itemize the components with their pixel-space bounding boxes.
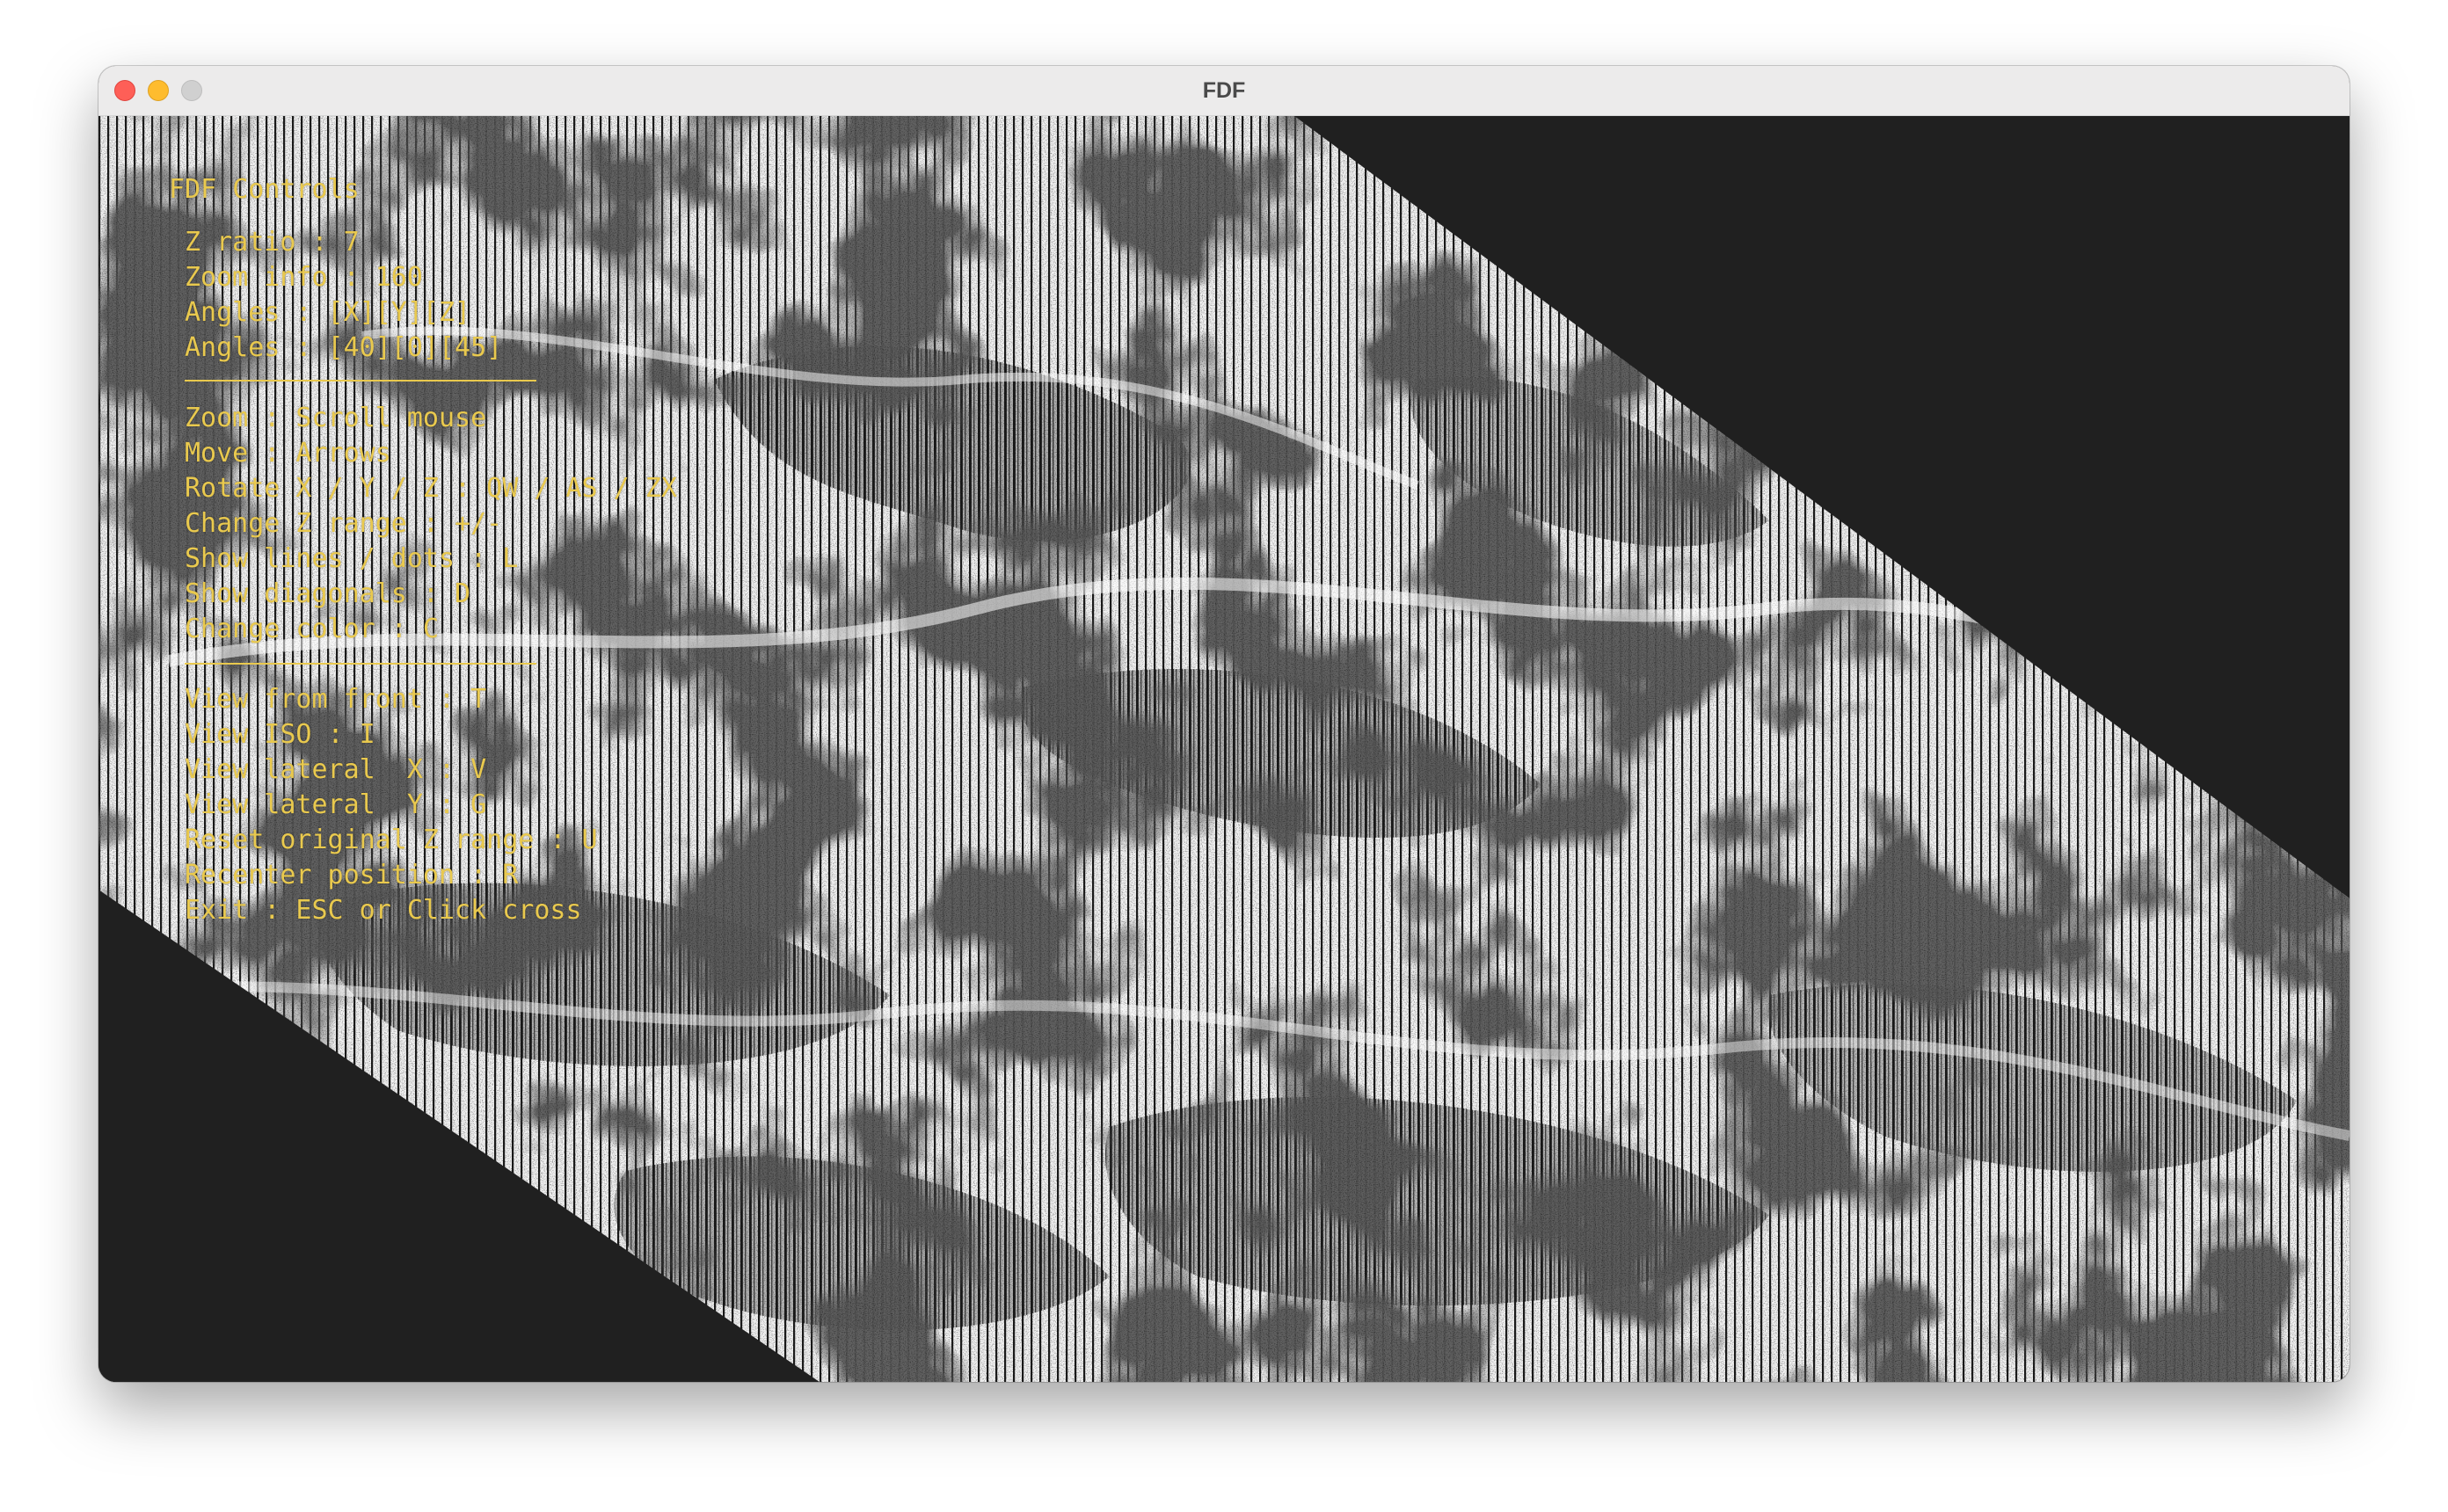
view-lateral-x-command: View lateral X : V — [185, 754, 487, 785]
title-bar[interactable]: FDF — [98, 66, 2350, 116]
color-command: Change color : C — [185, 614, 439, 644]
controls-heading: FDF Controls — [169, 174, 360, 205]
separator — [185, 663, 536, 665]
controls-overlay: FDF Controls Z ratio : 7 Zoom info : 160… — [98, 116, 890, 995]
separator — [185, 380, 536, 382]
fdf-window: FDF FDF Controls Z ratio: 7 Zoom info:… — [98, 66, 2350, 1382]
view-iso-command: View ISO : I — [185, 719, 375, 750]
diagonals-command: Show diagonals : D — [185, 578, 471, 609]
move-command: Move : Arrows — [185, 438, 391, 469]
angles-values-info: Angles : [40][0][45] — [185, 332, 503, 363]
view-lateral-y-command: View lateral Y : G — [185, 789, 487, 820]
angles-header-info: Angles : [X][Y][Z] — [185, 297, 471, 328]
render-viewport[interactable]: FDF Controls Z ratio : 7 Zoom info : 160… — [98, 116, 2350, 1382]
zoom-command: Zoom : Scroll mouse — [185, 403, 487, 433]
recenter-command: Recenter position : R — [185, 860, 519, 890]
rotate-command: Rotate X / Y / Z : QW / AS / ZX — [185, 473, 677, 504]
z-range-command: Change Z range : +/- — [185, 508, 503, 539]
lines-dots-command: Show lines / dots : L — [185, 543, 519, 574]
view-front-command: View from front : T — [185, 684, 487, 715]
z-ratio-info: Z ratio : 7 — [185, 227, 360, 258]
desktop: FDF FDF Controls Z ratio: 7 Zoom info:… — [0, 0, 2448, 1512]
window-title: FDF — [1202, 78, 1246, 103]
exit-command: Exit : ESC or Click cross — [185, 895, 582, 926]
zoom-info: Zoom info : 160 — [185, 262, 423, 293]
reset-z-command: Reset original Z range : U — [185, 825, 598, 855]
